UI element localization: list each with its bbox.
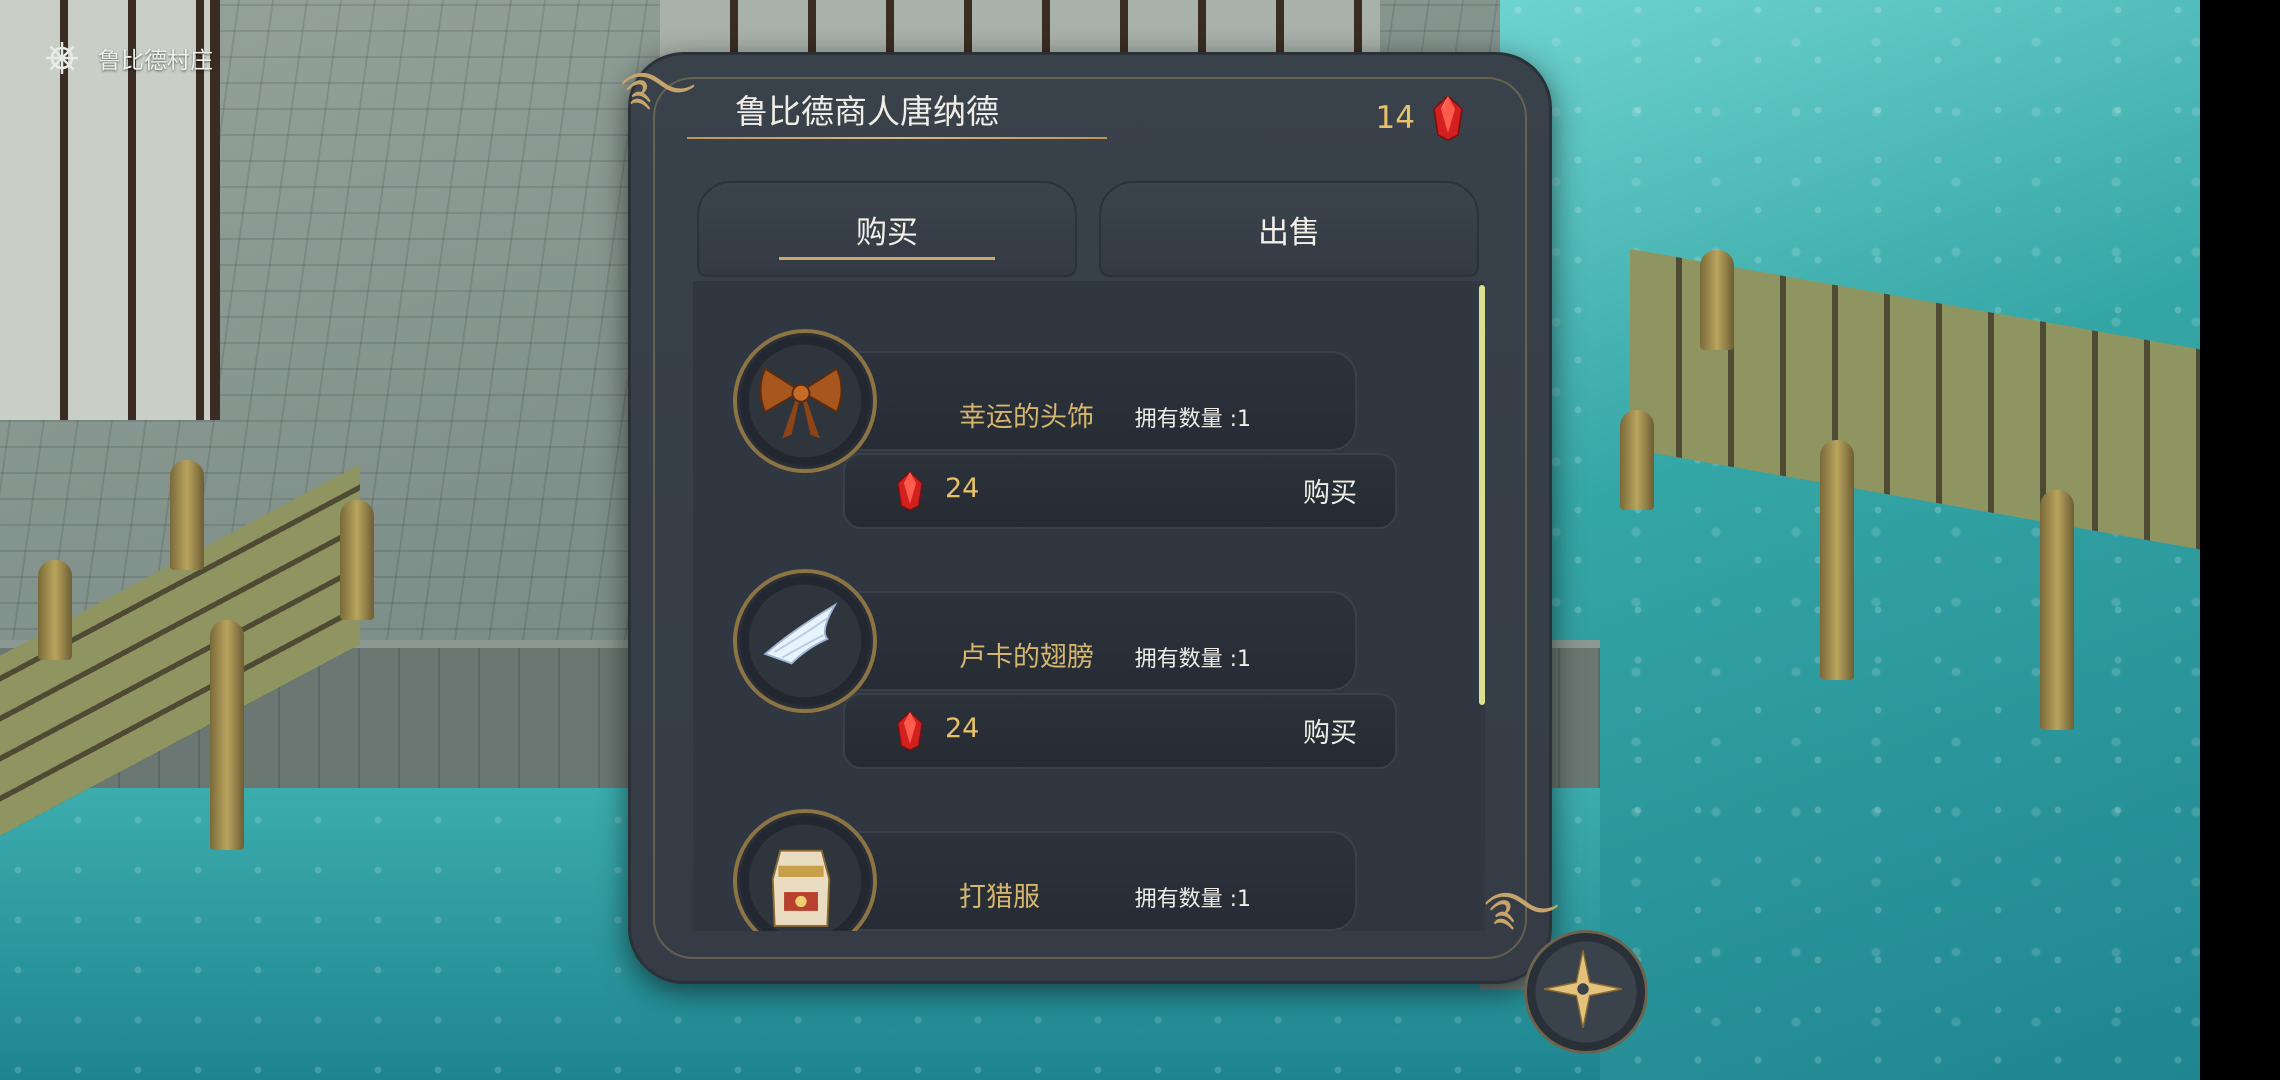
merchant-title: 鲁比德商人唐纳德 (735, 92, 999, 131)
title-underline (687, 137, 1107, 139)
compass-menu-button[interactable] (1524, 930, 1648, 1054)
shop-tabs: 购买 出售 (697, 181, 1487, 277)
red-gem-icon (897, 711, 923, 751)
shop-panel: ࿐ ࿐ 鲁比德商人唐纳德 14 购买 出售 幸运的头饰 拥有数量 :1 24 购… (621, 52, 1559, 984)
dock-post (2040, 490, 2074, 730)
tab-buy[interactable]: 购买 (697, 181, 1077, 277)
buy-button[interactable]: 购买 (1303, 711, 1357, 750)
dock-post (1700, 250, 1734, 350)
price-bar: 24 购买 (843, 453, 1397, 529)
compass-icon (1543, 949, 1623, 1029)
price-bar: 24 购买 (843, 693, 1397, 769)
currency-amount: 14 (1375, 100, 1415, 136)
item-info-bar[interactable]: 卢卡的翅膀 拥有数量 :1 (833, 591, 1357, 691)
ship-wheel-icon (46, 42, 78, 74)
item-name: 打猎服 (959, 882, 1040, 913)
item-info-bar[interactable]: 打猎服 拥有数量 :1 (833, 831, 1357, 931)
currency-display: 14 (1376, 95, 1463, 141)
item-owned-count: 拥有数量 :1 (1134, 647, 1251, 672)
dock-post (340, 500, 374, 620)
tab-buy-label: 购买 (856, 214, 918, 251)
screen-edge-bar (2200, 0, 2280, 1080)
dock-post (170, 460, 204, 570)
bow-icon[interactable] (733, 329, 877, 473)
dock-post (210, 620, 244, 850)
red-gem-icon (897, 471, 923, 511)
item-name: 卢卡的翅膀 (959, 642, 1094, 673)
selected-tab-indicator (779, 257, 995, 260)
red-gem-icon (1433, 95, 1463, 141)
dock-post (1620, 410, 1654, 510)
shop-item: 打猎服 拥有数量 :1 (733, 809, 1453, 931)
house-top (660, 0, 1380, 60)
item-price: 24 (945, 713, 980, 744)
dock-post (1820, 440, 1854, 680)
item-owned-count: 拥有数量 :1 (1134, 887, 1251, 912)
list-scrollbar[interactable] (1479, 285, 1485, 705)
item-list[interactable]: 幸运的头饰 拥有数量 :1 24 购买 卢卡的翅膀 拥有数量:1 24 购买 … (693, 281, 1485, 931)
hunting-outfit-icon[interactable] (733, 809, 877, 931)
ornament-curl-icon: ࿐ (621, 61, 696, 115)
tab-sell-label: 出售 (1258, 214, 1320, 251)
buy-button[interactable]: 购买 (1303, 471, 1357, 510)
item-owned-count: 拥有数量 :1 (1134, 407, 1251, 432)
shop-item: 卢卡的翅膀 拥有数量 :1 24 购买 (733, 569, 1453, 779)
dock-post (38, 560, 72, 660)
item-price: 24 (945, 473, 980, 504)
location-name: 鲁比德村庄 (98, 48, 213, 74)
item-info-bar[interactable]: 幸运的头饰 拥有数量 :1 (833, 351, 1357, 451)
tab-sell[interactable]: 出售 (1099, 181, 1479, 277)
shop-item: 幸运的头饰 拥有数量 :1 24 购买 (733, 329, 1453, 539)
wing-icon[interactable] (733, 569, 877, 713)
ornament-curl-icon: ࿐ (1484, 881, 1559, 935)
location-label: 鲁比德村庄 (44, 40, 213, 76)
item-name: 幸运的头饰 (959, 402, 1094, 433)
